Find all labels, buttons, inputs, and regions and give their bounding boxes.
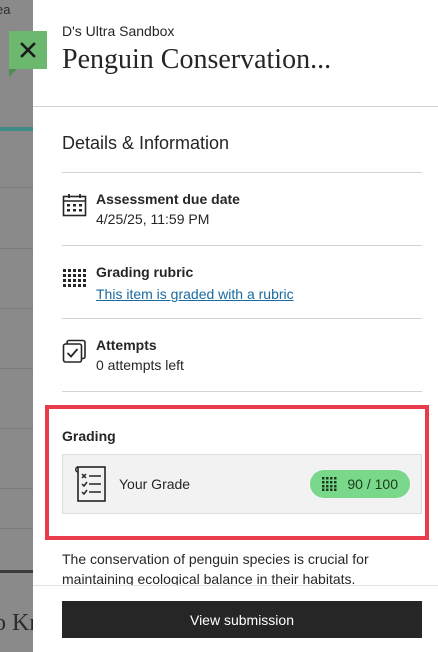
attempts-icon: [62, 339, 86, 363]
rubric-item: Grading rubric This item is graded with …: [62, 246, 438, 318]
close-button[interactable]: [9, 31, 47, 77]
divider: [62, 391, 422, 392]
rubric-link[interactable]: This item is graded with a rubric: [96, 286, 294, 302]
calendar-icon: [62, 194, 87, 217]
course-name: D's Ultra Sandbox: [62, 23, 175, 39]
highlight-box: [45, 405, 429, 540]
attempts-value: 0 attempts left: [96, 357, 184, 373]
view-submission-button[interactable]: View submission: [62, 601, 422, 638]
panel-header: D's Ultra Sandbox Penguin Conservation..…: [33, 0, 438, 107]
page-title: Penguin Conservation...: [62, 44, 332, 75]
due-date-item: Assessment due date 4/25/25, 11:59 PM: [62, 173, 438, 245]
attempts-text: Attempts 0 attempts left: [96, 337, 184, 373]
assessment-details-panel: D's Ultra Sandbox Penguin Conservation..…: [33, 0, 438, 652]
due-date-value: 4/25/25, 11:59 PM: [96, 211, 210, 227]
due-date-label: Assessment due date: [96, 191, 240, 207]
rubric-icon: [63, 269, 86, 287]
rubric-label: Grading rubric: [96, 264, 194, 280]
panel-footer: View submission: [33, 585, 438, 652]
background-text-top: ea: [0, 2, 11, 17]
close-icon: [20, 42, 36, 58]
due-date-text: Assessment due date 4/25/25, 11:59 PM: [96, 191, 240, 227]
description-text: The conservation of penguin species is c…: [62, 551, 369, 587]
attempts-label: Attempts: [96, 337, 157, 353]
rubric-text: Grading rubric This item is graded with …: [96, 264, 294, 304]
attempts-item: Attempts 0 attempts left: [62, 319, 438, 391]
details-section-title: Details & Information: [62, 133, 230, 153]
